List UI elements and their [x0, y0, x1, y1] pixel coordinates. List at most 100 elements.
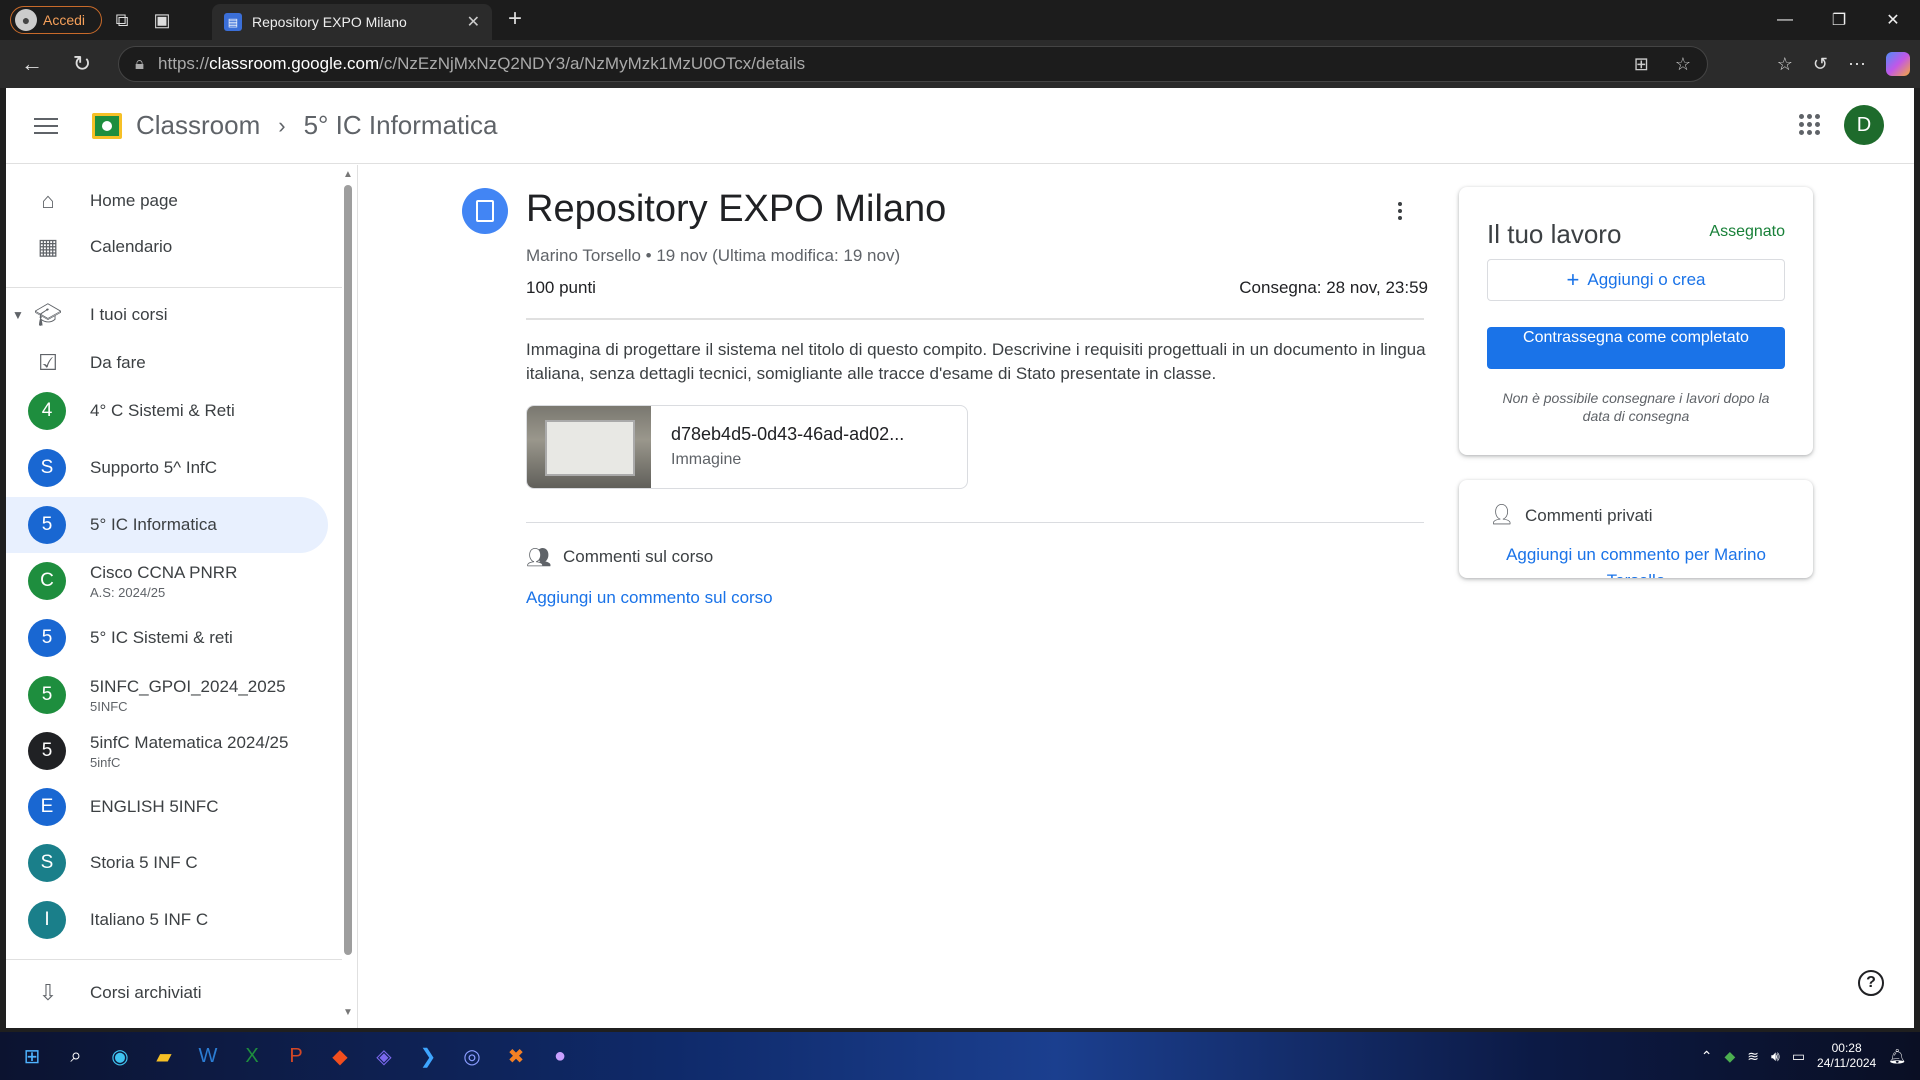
course-avatar: 5 — [28, 732, 66, 770]
url-field[interactable]: 🔒︎ https://classroom.google.com/c/NzEzNj… — [118, 46, 1708, 82]
xampp-icon[interactable]: ✖ — [494, 1034, 538, 1078]
excel-icon[interactable]: X — [230, 1034, 274, 1078]
security-icon[interactable]: ◆ — [1724, 1048, 1735, 1065]
github-icon[interactable]: ● — [538, 1034, 582, 1078]
course-name: 5° IC Informatica — [90, 515, 217, 534]
caret-down-icon[interactable]: ▼ — [12, 308, 24, 322]
person-icon: 👤︎ — [1489, 504, 1515, 526]
attachment-type: Immagine — [671, 451, 742, 468]
add-or-create-button[interactable]: + Aggiungi o crea — [1487, 259, 1785, 301]
course-name: 5° IC Sistemi & reti — [90, 628, 233, 647]
course-name: 4° C Sistemi & Reti — [90, 401, 235, 420]
course-name: ENGLISH 5INFC — [90, 797, 219, 816]
course-avatar: 4 — [28, 392, 66, 430]
help-icon[interactable]: ? — [1858, 970, 1884, 996]
mark-as-done-button[interactable]: Contrassegna come completato — [1487, 327, 1785, 369]
sidebar-item-calendar[interactable]: ▦ Calendario — [6, 219, 326, 275]
comments-divider — [526, 522, 1424, 523]
address-toolbar: ← ↻ 🔒︎ https://classroom.google.com/c/Nz… — [0, 40, 1920, 88]
url-path: /c/NzEzNjMxNzQ2NDY3/a/NzMyMzk1MzU0OTcx/d… — [379, 54, 806, 73]
course-name: 5infC Matematica 2024/25 — [90, 732, 289, 752]
sidebar-course-item[interactable]: C Cisco CCNA PNRR A.S: 2024/25 — [6, 553, 326, 609]
sidebar-scrollbar[interactable]: ▲ ▼ — [342, 165, 354, 1028]
reload-icon[interactable]: ↻ — [60, 42, 104, 86]
favorite-star-icon[interactable]: ☆ — [1675, 54, 1691, 75]
sidebar-label: Corsi archiviati — [90, 983, 202, 1002]
sidebar-course-item-active[interactable]: 5 5° IC Informatica — [6, 497, 328, 553]
calendar-icon: ▦ — [37, 234, 59, 259]
vscode-icon[interactable]: ❯ — [406, 1034, 450, 1078]
archive-icon: ⇩ — [38, 980, 58, 1005]
course-avatar: E — [28, 788, 66, 826]
add-private-comment-link[interactable]: Aggiungi un commento per Marino Torsello — [1489, 542, 1783, 578]
scrollbar-thumb[interactable] — [344, 185, 352, 955]
copilot-icon[interactable] — [1886, 52, 1910, 76]
sidebar-course-item[interactable]: 5 5INFC_GPOI_2024_2025 5INFC — [6, 667, 326, 723]
close-window-icon[interactable]: ✕ — [1866, 0, 1920, 40]
breadcrumb-course[interactable]: 5° IC Informatica — [304, 110, 498, 141]
sidebar-course-item[interactable]: 5 5° IC Sistemi & reti — [6, 610, 326, 666]
clock[interactable]: 00:28 24/11/2024 — [1817, 1041, 1876, 1071]
brand-title[interactable]: Classroom — [136, 110, 260, 141]
classroom-favicon-icon: ▤ — [224, 13, 242, 31]
plus-icon: + — [1566, 267, 1580, 292]
home-icon: ⌂ — [41, 188, 55, 213]
back-icon[interactable]: ← — [10, 42, 54, 86]
lock-icon[interactable]: 🔒︎ — [135, 54, 144, 74]
sidebar-label: Calendario — [90, 237, 173, 256]
favorites-icon[interactable]: ☆ — [1777, 54, 1793, 75]
classroom-logo-icon[interactable] — [92, 112, 122, 139]
new-tab-icon[interactable]: + — [508, 5, 522, 33]
course-avatar: 5 — [28, 619, 66, 657]
figma-icon[interactable]: ◆ — [318, 1034, 362, 1078]
tab-actions-icon[interactable]: ▣ — [142, 0, 182, 40]
sidebar-course-item[interactable]: S Supporto 5^ InfC — [6, 440, 326, 496]
file-explorer-icon[interactable]: ▰ — [142, 1034, 186, 1078]
sidebar-divider — [6, 959, 342, 960]
scroll-up-icon[interactable]: ▲ — [342, 169, 354, 180]
word-icon[interactable]: W — [186, 1034, 230, 1078]
start-icon[interactable]: ⊞ — [10, 1034, 54, 1078]
main-menu-icon[interactable] — [34, 117, 58, 134]
search-icon[interactable]: ⌕ — [54, 1034, 98, 1078]
google-apps-icon[interactable] — [1799, 114, 1820, 135]
wifi-icon[interactable]: ≋ — [1747, 1048, 1759, 1065]
more-options-icon[interactable] — [1398, 202, 1402, 220]
sidebar-course-item[interactable]: 5 5infC Matematica 2024/25 5infC — [6, 723, 326, 779]
powerpoint-icon[interactable]: P — [274, 1034, 318, 1078]
browser-tab-active[interactable]: ▤ Repository EXPO Milano ✕ — [212, 4, 492, 40]
status-badge: Assegnato — [1709, 223, 1785, 240]
class-comments-title: Commenti sul corso — [563, 547, 714, 566]
attachment-card[interactable]: d78eb4d5-0d43-46ad-ad02... Immagine — [526, 405, 968, 489]
sidebar-item-archived[interactable]: ⇩ Corsi archiviati — [6, 965, 326, 1021]
sidebar-course-item[interactable]: E ENGLISH 5INFC — [6, 779, 326, 835]
sidebar-course-item[interactable]: S Storia 5 INF C — [6, 835, 326, 891]
volume-icon[interactable]: 🔊︎ — [1771, 1048, 1780, 1065]
breadcrumb-chevron-icon: › — [278, 112, 286, 138]
tab-close-icon[interactable]: ✕ — [467, 12, 480, 32]
add-class-comment-link[interactable]: Aggiungi un commento sul corso — [526, 588, 773, 608]
history-icon[interactable]: ↺ — [1813, 54, 1828, 75]
sidebar-label: Home page — [90, 191, 178, 210]
school-cap-icon: 🎓︎ — [34, 302, 62, 327]
profile-button[interactable]: ● Accedi — [10, 6, 102, 34]
window-controls: — ❐ ✕ — [1758, 0, 1920, 40]
assignment-points: 100 punti — [526, 278, 596, 297]
system-tray: ⌃ ◆ ≋ 🔊︎ ▭ 00:28 24/11/2024 🔔︎ — [1701, 1032, 1906, 1080]
app-icon[interactable]: ◈ — [362, 1034, 406, 1078]
edge-icon[interactable]: ◉ — [98, 1034, 142, 1078]
private-comments-title: Commenti privati — [1525, 506, 1653, 525]
workspaces-icon[interactable]: ⧉ — [102, 0, 142, 40]
sidebar-course-item[interactable]: 4 4° C Sistemi & Reti — [6, 383, 326, 439]
minimize-icon[interactable]: — — [1758, 0, 1812, 40]
account-avatar[interactable]: D — [1844, 105, 1884, 145]
battery-icon[interactable]: ▭ — [1792, 1048, 1805, 1065]
more-menu-icon[interactable]: ⋯ — [1848, 54, 1866, 75]
scroll-down-icon[interactable]: ▼ — [342, 1007, 354, 1018]
app-available-icon[interactable]: ⊞ — [1634, 54, 1649, 75]
discord-icon[interactable]: ◎ — [450, 1034, 494, 1078]
sidebar-course-item[interactable]: I Italiano 5 INF C — [6, 892, 326, 948]
notifications-icon[interactable]: 🔔︎ — [1888, 1048, 1906, 1065]
restore-icon[interactable]: ❐ — [1812, 0, 1866, 40]
show-hidden-icons-icon[interactable]: ⌃ — [1701, 1048, 1713, 1065]
